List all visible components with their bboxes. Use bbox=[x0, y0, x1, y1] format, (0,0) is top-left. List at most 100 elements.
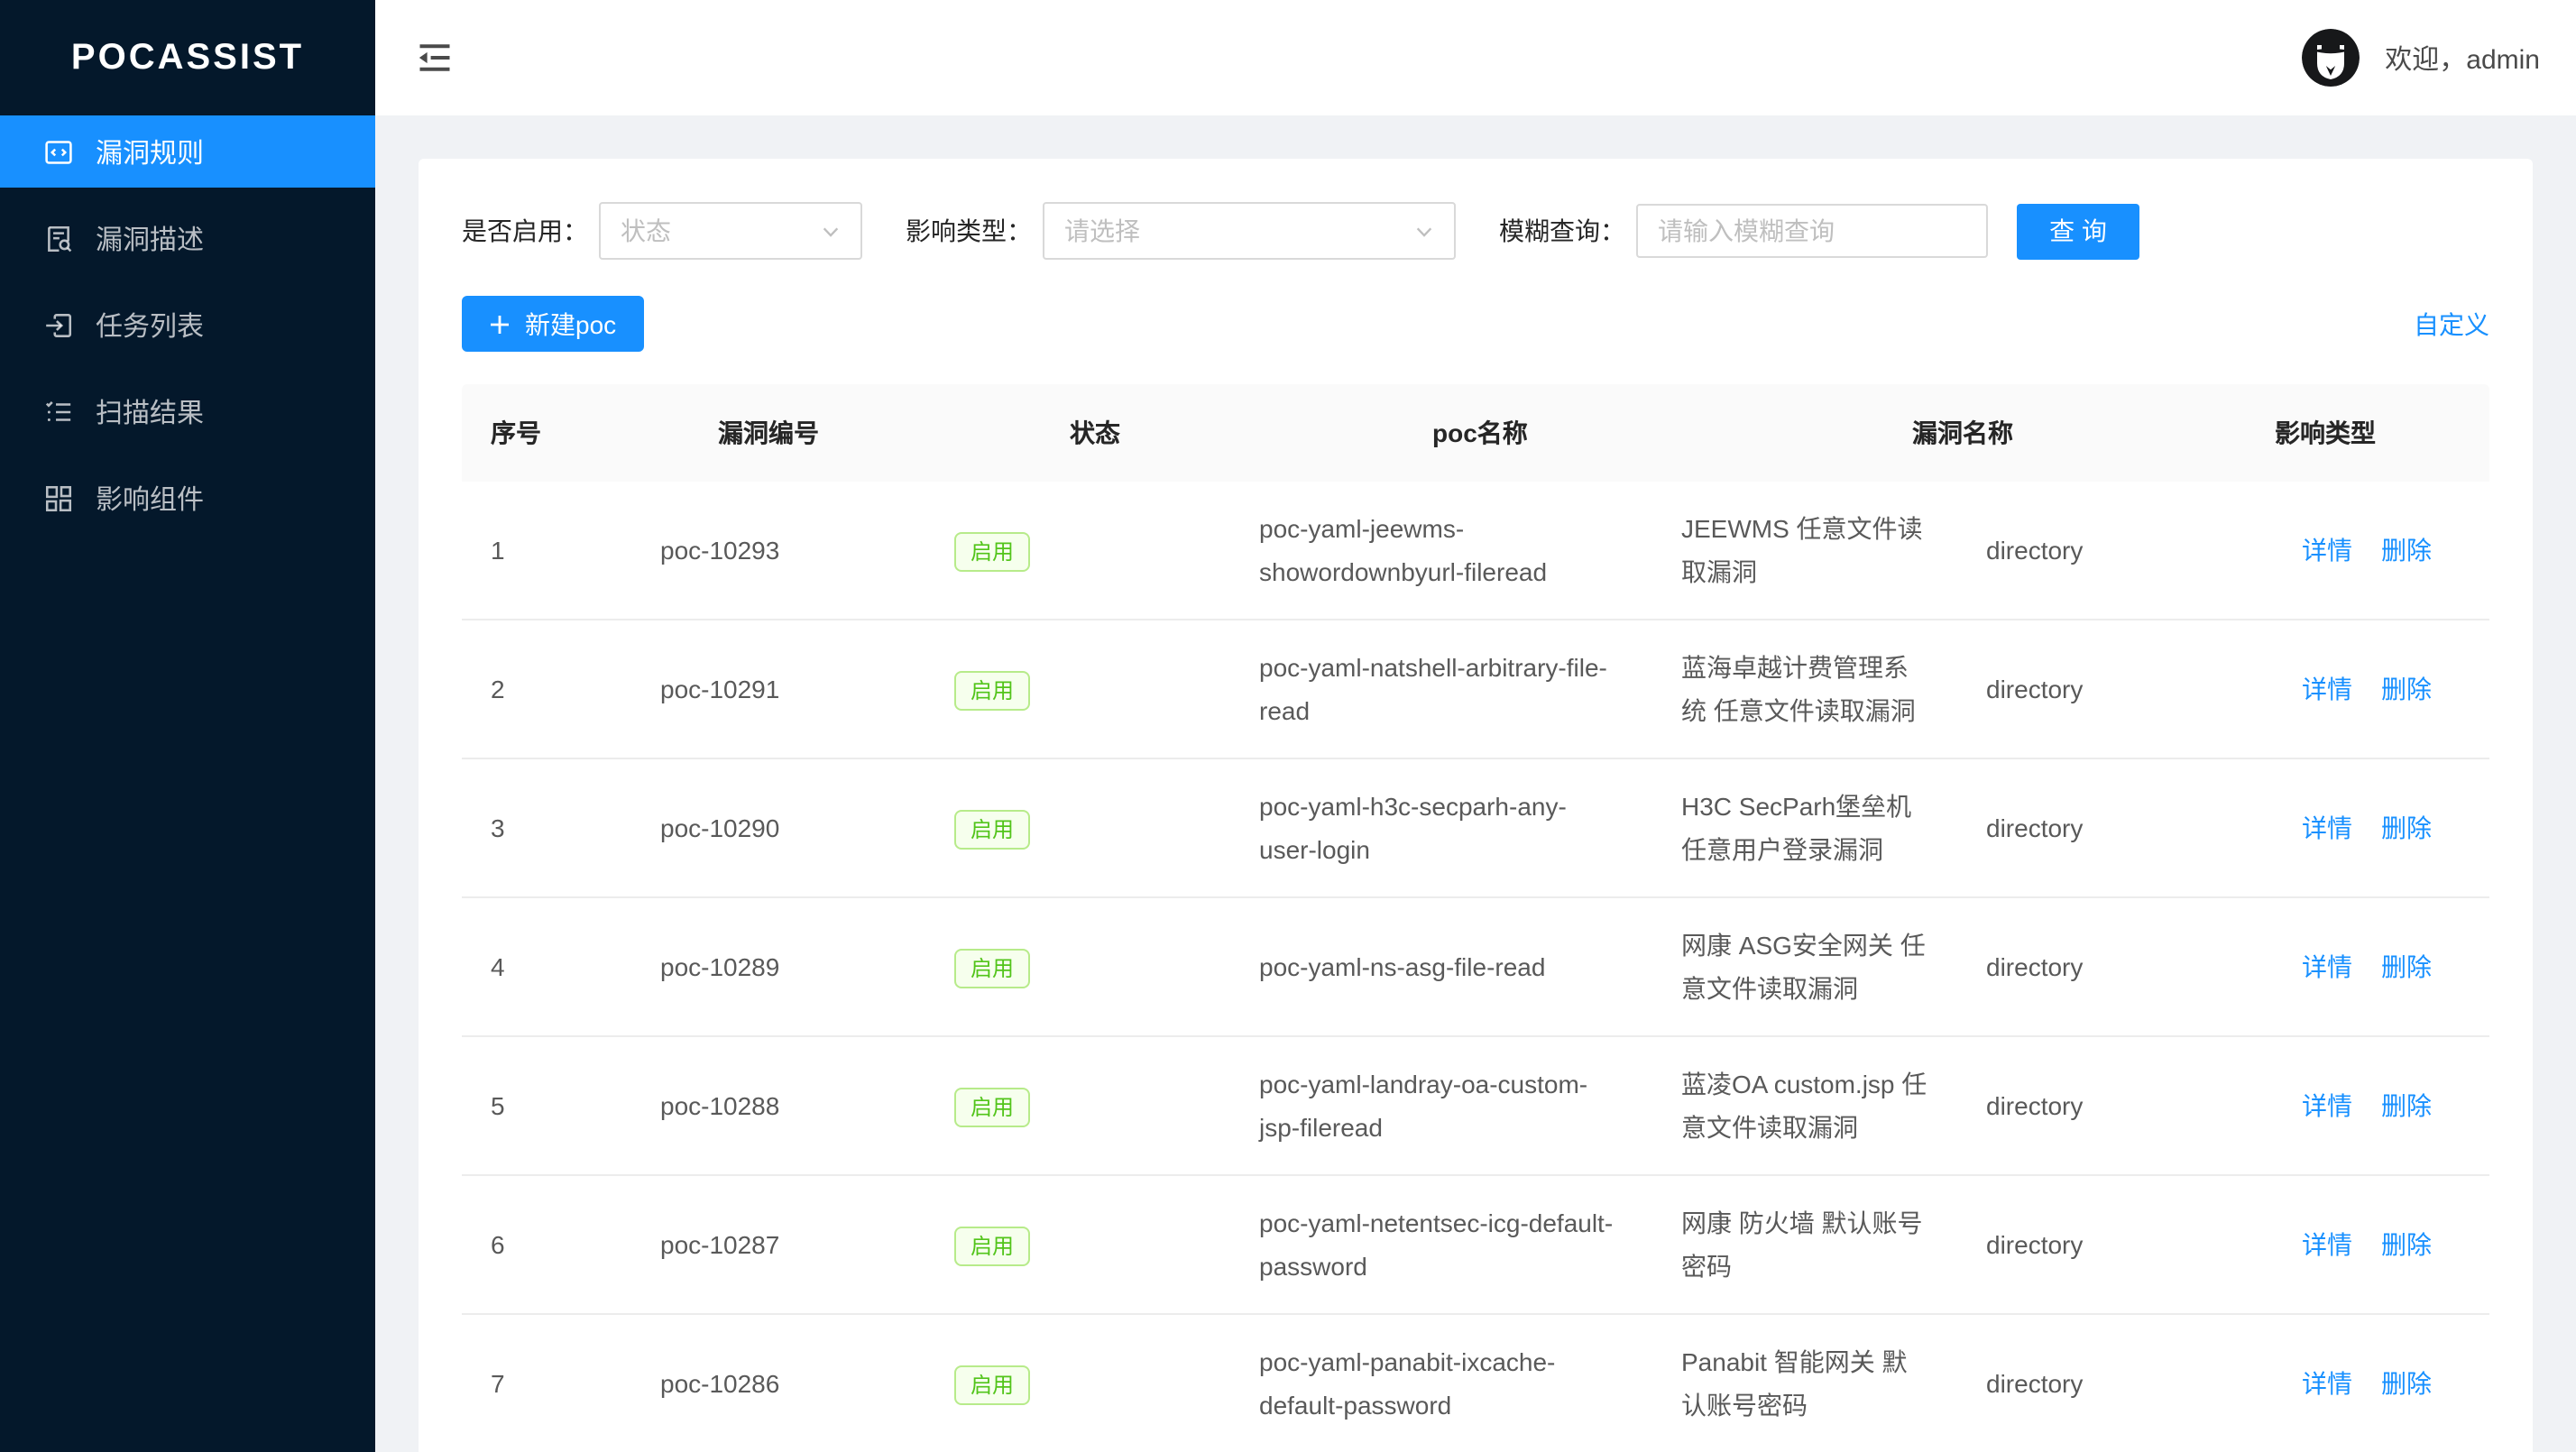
status-cell: 启用 bbox=[925, 1066, 1230, 1145]
status-tag-enabled: 启用 bbox=[954, 1088, 1030, 1127]
poc-name: poc-yaml-ns-asg-file-read bbox=[1230, 927, 1652, 1006]
column-header-poc-name: poc名称 bbox=[1403, 384, 1883, 482]
row-index: 2 bbox=[462, 649, 631, 729]
vuln-id: poc-10287 bbox=[631, 1205, 925, 1284]
status-tag-enabled: 启用 bbox=[954, 1365, 1030, 1405]
vuln-id: poc-10288 bbox=[631, 1066, 925, 1145]
row-actions: 详情删除 bbox=[2273, 1205, 2489, 1284]
status-select-value: 状态 bbox=[621, 213, 671, 249]
checklist-icon bbox=[43, 396, 74, 427]
components-icon bbox=[43, 482, 74, 513]
row-index: 1 bbox=[462, 510, 631, 590]
status-cell: 启用 bbox=[925, 788, 1230, 868]
affect-type: directory bbox=[1957, 788, 2273, 868]
detail-link[interactable]: 详情 bbox=[2302, 813, 2352, 842]
row-index: 6 bbox=[462, 1205, 631, 1284]
chevron-down-icon bbox=[821, 221, 841, 241]
row-index: 7 bbox=[462, 1344, 631, 1423]
affect-type-select-value: 请选择 bbox=[1064, 213, 1140, 249]
filter-enabled: 是否启用： 状态 bbox=[462, 202, 862, 260]
affect-type-select[interactable]: 请选择 bbox=[1043, 202, 1456, 260]
customize-link[interactable]: 自定义 bbox=[2414, 306, 2489, 342]
poc-name: poc-yaml-landray-oa-custom-jsp-fileread bbox=[1230, 1044, 1652, 1167]
row-actions: 详情删除 bbox=[2273, 510, 2489, 590]
filter-affect-type-label: 影响类型： bbox=[906, 213, 1032, 249]
delete-link[interactable]: 删除 bbox=[2381, 952, 2432, 981]
delete-link[interactable]: 删除 bbox=[2381, 1369, 2432, 1398]
row-actions: 详情删除 bbox=[2273, 927, 2489, 1006]
row-index: 3 bbox=[462, 788, 631, 868]
app-logo: POCASSIST bbox=[0, 0, 375, 115]
new-poc-button[interactable]: 新建poc bbox=[462, 296, 643, 352]
row-actions: 详情删除 bbox=[2273, 1344, 2489, 1423]
header-user-area: 欢迎，admin bbox=[2302, 29, 2576, 87]
table-row: 2poc-10291 启用 poc-yaml-natshell-arbitrary-… bbox=[462, 619, 2489, 758]
table-body: 1poc-10293 启用 poc-yaml-jeewms-showordownby… bbox=[462, 482, 2489, 1452]
status-tag-enabled: 启用 bbox=[954, 532, 1030, 572]
detail-link[interactable]: 详情 bbox=[2302, 1091, 2352, 1120]
status-tag-enabled: 启用 bbox=[954, 810, 1030, 850]
delete-link[interactable]: 删除 bbox=[2381, 675, 2432, 703]
vuln-id: poc-10289 bbox=[631, 927, 925, 1006]
sidebar-item-label: 影响组件 bbox=[96, 479, 204, 517]
code-window-icon bbox=[43, 136, 74, 167]
affect-type: directory bbox=[1957, 927, 2273, 1006]
detail-link[interactable]: 详情 bbox=[2302, 1230, 2352, 1259]
status-select[interactable]: 状态 bbox=[599, 202, 862, 260]
filter-affect-type: 影响类型： 请选择 bbox=[906, 202, 1456, 260]
vuln-name: 蓝凌OA custom.jsp 任意文件读取漏洞 bbox=[1652, 1044, 1957, 1167]
detail-link[interactable]: 详情 bbox=[2302, 675, 2352, 703]
sidebar-item-label: 扫描结果 bbox=[96, 392, 204, 430]
user-avatar[interactable] bbox=[2302, 29, 2360, 87]
search-button[interactable]: 查 询 bbox=[2017, 203, 2139, 259]
column-header-affect-type: 影响类型 bbox=[2246, 384, 2576, 482]
table-row: 6poc-10287启用poc-yaml-netentsec-icg-defau… bbox=[462, 1174, 2489, 1313]
affect-type: directory bbox=[1957, 649, 2273, 729]
top-header: 欢迎，admin bbox=[375, 0, 2576, 115]
vuln-name: H3C SecParh堡垒机 任意用户登录漏洞 bbox=[1652, 767, 1957, 889]
vuln-id: poc-10293 bbox=[631, 510, 925, 590]
fuzzy-search-input[interactable] bbox=[1636, 204, 1988, 258]
sidebar-item-vuln-desc[interactable]: 漏洞描述 bbox=[0, 202, 375, 274]
sidebar-item-components[interactable]: 影响组件 bbox=[0, 462, 375, 534]
vuln-id: poc-10286 bbox=[631, 1344, 925, 1423]
table-row: 3poc-10290启用poc-yaml-h3c-secparh-any-use… bbox=[462, 758, 2489, 896]
sidebar-menu: 漏洞规则 漏洞描述 bbox=[0, 115, 375, 534]
status-cell: 启用 bbox=[925, 927, 1230, 1006]
status-cell: 启用 bbox=[925, 649, 1230, 729]
vuln-name: 网康 防火墙 默认账号密码 bbox=[1652, 1183, 1957, 1306]
row-actions: 详情删除 bbox=[2273, 1066, 2489, 1145]
table-row: 7poc-10286启用poc-yaml-panabit-ixcache-def… bbox=[462, 1313, 2489, 1452]
status-tag-enabled: 启用 bbox=[954, 949, 1030, 988]
menu-fold-icon[interactable] bbox=[415, 38, 455, 78]
app-root: POCASSIST 漏洞规则 bbox=[0, 0, 2576, 1452]
sidebar-item-label: 任务列表 bbox=[96, 306, 204, 344]
delete-link[interactable]: 删除 bbox=[2381, 1230, 2432, 1259]
delete-link[interactable]: 删除 bbox=[2381, 1091, 2432, 1120]
vuln-id: poc-10291 bbox=[631, 649, 925, 729]
affect-type: directory bbox=[1957, 1066, 2273, 1145]
vuln-name: Panabit 智能网关 默认账号密码 bbox=[1652, 1322, 1957, 1445]
sidebar-item-scan-results[interactable]: 扫描结果 bbox=[0, 375, 375, 447]
poc-name: poc-yaml-natshell-arbitrary-file-read bbox=[1230, 628, 1652, 750]
row-actions: 详情删除 bbox=[2273, 788, 2489, 868]
delete-link[interactable]: 删除 bbox=[2381, 813, 2432, 842]
status-tag-enabled: 启用 bbox=[954, 671, 1030, 711]
task-import-icon bbox=[43, 309, 74, 340]
detail-link[interactable]: 详情 bbox=[2302, 536, 2352, 565]
sidebar-item-task-list[interactable]: 任务列表 bbox=[0, 289, 375, 361]
table-row: 5poc-10288启用poc-yaml-landray-oa-custom-j… bbox=[462, 1035, 2489, 1174]
poc-table: 序号 漏洞编号 状态 poc名称 漏洞名称 影响类型 操作 1poc-10293… bbox=[462, 384, 2489, 1452]
poc-name: poc-yaml-jeewms-showordownbyurl-fileread bbox=[1230, 489, 1652, 611]
main-content: 是否启用： 状态 影响类型： 请选择 模糊查询： bbox=[375, 115, 2576, 1452]
table-row: 4poc-10289启用poc-yaml-ns-asg-file-read网康 … bbox=[462, 896, 2489, 1035]
chevron-down-icon bbox=[1414, 221, 1434, 241]
filter-fuzzy: 模糊查询： bbox=[1499, 204, 1988, 258]
detail-link[interactable]: 详情 bbox=[2302, 1369, 2352, 1398]
welcome-text: 欢迎，admin bbox=[2385, 39, 2540, 77]
new-poc-button-label: 新建poc bbox=[525, 306, 616, 342]
table-row: 1poc-10293 启用 poc-yaml-jeewms-showordownby… bbox=[462, 482, 2489, 619]
sidebar-item-vuln-rules[interactable]: 漏洞规则 bbox=[0, 115, 375, 188]
delete-link[interactable]: 删除 bbox=[2381, 536, 2432, 565]
detail-link[interactable]: 详情 bbox=[2302, 952, 2352, 981]
